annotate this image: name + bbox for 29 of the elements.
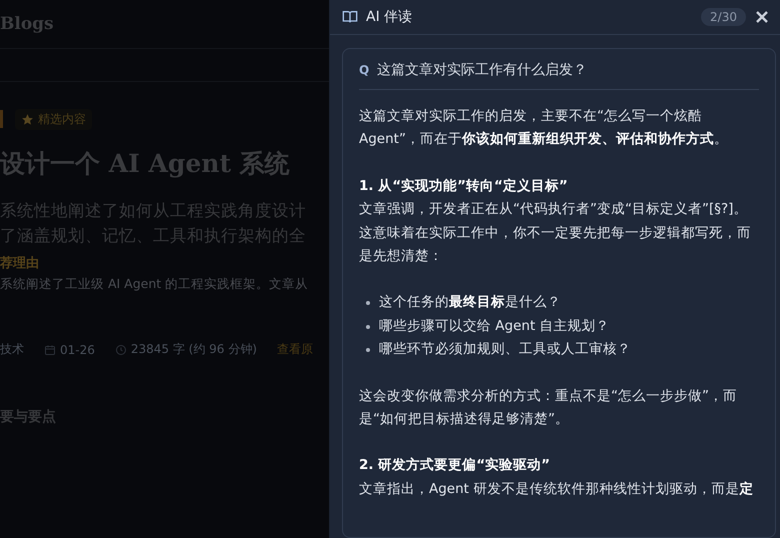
question-marker: Q (359, 63, 370, 77)
reason-label: 荐理由 (0, 255, 40, 272)
answer-paragraph: 文章强调，开发者正在从“代码执行者”变成“目标定义者”[§?]。这意味着在实际工作中，你不一定要先把每一步逻辑都写死，而是先想清楚： (359, 200, 752, 266)
panel-title: AI 伴读 (366, 8, 414, 26)
close-button[interactable] (754, 9, 770, 25)
answer-paragraph: 这篇文章对实际工作的启发，主要不在“怎么写一个炫酷Agent”，而在于你该如何重新组织开发、评估和协作方式。 (359, 107, 729, 150)
bullet-icon (366, 324, 370, 329)
question-counter: 2/30 (701, 8, 746, 26)
book-icon (342, 10, 358, 24)
reason-text: 系统阐述了工业级 AI Agent 的工程实践框架。文章从 (0, 276, 310, 293)
date-text: 01-26 (60, 342, 95, 356)
tag-label: 精选内容 (38, 110, 86, 128)
answer-heading: 1. 从“实现功能”转向“定义目标” (359, 176, 569, 196)
length-text: 23845 字 (约 96 分钟) (130, 341, 257, 358)
source-link[interactable]: 查看原 (276, 341, 313, 358)
bullet-text: 哪些环节必须加规则、工具或人工审核？ (379, 340, 631, 360)
tag (0, 110, 3, 128)
answer-paragraph: 这会改变你做需求分析的方式：重点不是“怎么一步步做”，而是“如何把目标描述得足够清楚”。 (359, 386, 738, 430)
calendar-icon (44, 344, 56, 356)
clock-icon (114, 344, 127, 356)
category-text: 技术 (0, 341, 24, 358)
bullet-text: 这个任务的最终目标是什么？ (379, 293, 561, 312)
bullet-icon (366, 301, 370, 306)
star-icon (21, 112, 34, 126)
bullet-icon (366, 348, 370, 352)
bullet-text: 哪些步骤可以交给 Agent 自主规划？ (379, 316, 610, 336)
answer-paragraph: 文章指出，Agent 研发不是传统软件那种线性计划驱动，而是定 (359, 480, 754, 499)
answer-heading: 2. 研发方式要更偏“实验驱动” (359, 456, 551, 476)
question-text: 这篇文章对实际工作有什么启发？ (377, 61, 588, 79)
